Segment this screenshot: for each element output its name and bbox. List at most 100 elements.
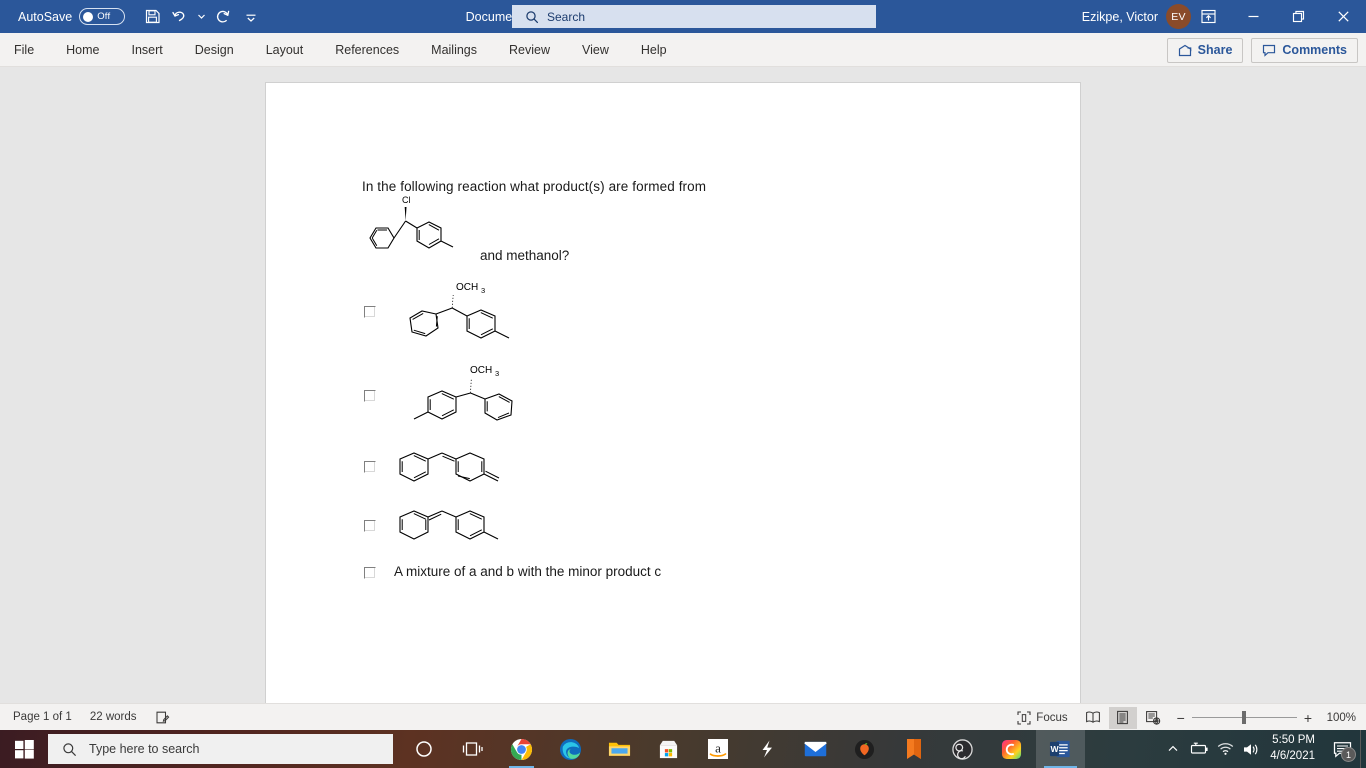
autosave-knob (83, 11, 94, 22)
option-c-structure (399, 452, 500, 482)
cortana-icon[interactable] (399, 730, 448, 768)
autosave-state: Off (97, 11, 111, 22)
search-input[interactable]: Search (512, 5, 876, 28)
zoom-in-icon[interactable]: + (1304, 711, 1312, 725)
ribbon-actions: Share Comments (1166, 33, 1358, 67)
battery-charging-icon[interactable] (1186, 730, 1212, 768)
zoom-out-icon[interactable]: − (1177, 711, 1185, 725)
tab-file[interactable]: File (0, 33, 50, 67)
zoom-slider[interactable]: − + (1177, 711, 1312, 725)
close-icon[interactable] (1321, 0, 1366, 33)
zoom-handle[interactable] (1241, 710, 1246, 724)
print-layout-icon[interactable] (1108, 706, 1137, 729)
volume-icon[interactable] (1238, 730, 1264, 768)
comment-icon (1263, 44, 1276, 57)
tab-design[interactable]: Design (179, 33, 250, 67)
adobe-creative-cloud-icon[interactable] (987, 730, 1036, 768)
status-right: Focus − + 100% (1008, 704, 1360, 731)
microsoft-edge-icon[interactable] (546, 730, 595, 768)
comments-label: Comments (1282, 43, 1347, 57)
windows-taskbar: Type here to search a W 5:50 PM 4/6/2021… (0, 730, 1366, 768)
ribbon-tab-bar: File Home Insert Design Layout Reference… (0, 33, 1366, 67)
taskbar-app-icons: a W (399, 730, 1085, 768)
microsoft-word-icon[interactable]: W (1036, 730, 1085, 768)
taskbar-search-placeholder: Type here to search (89, 742, 200, 756)
svg-text:3: 3 (481, 286, 485, 295)
task-view-icon[interactable] (448, 730, 497, 768)
account-area[interactable]: Ezikpe, Victor EV (1082, 0, 1191, 33)
status-bar: Page 1 of 1 22 words Focus − + 100% (0, 703, 1366, 730)
option-c-checkbox[interactable] (364, 461, 376, 473)
action-center-icon[interactable]: 1 (1324, 730, 1360, 768)
tab-mailings[interactable]: Mailings (415, 33, 493, 67)
word-count[interactable]: 22 words (81, 704, 146, 731)
lightning-app-icon[interactable] (742, 730, 791, 768)
show-hidden-icons-chevron[interactable] (1160, 730, 1186, 768)
search-placeholder: Search (547, 9, 586, 24)
save-icon[interactable] (139, 5, 165, 29)
option-a-checkbox[interactable] (364, 306, 376, 318)
option-d-checkbox[interactable] (364, 520, 376, 532)
proofing-errors-icon[interactable] (146, 704, 179, 731)
redo-icon[interactable] (210, 5, 236, 29)
comments-button[interactable]: Comments (1251, 37, 1358, 63)
option-e-label: A mixture of a and b with the minor prod… (394, 564, 662, 579)
taskbar-clock[interactable]: 5:50 PM 4/6/2021 (1264, 730, 1324, 768)
taskbar-search-input[interactable]: Type here to search (48, 734, 393, 764)
focus-button[interactable]: Focus (1008, 704, 1076, 731)
read-mode-icon[interactable] (1079, 707, 1107, 729)
web-layout-icon[interactable] (1139, 707, 1167, 729)
zoom-track[interactable] (1191, 710, 1297, 724)
ribbon-display-options-icon[interactable] (1186, 0, 1231, 33)
reactant-caption: and methanol? (480, 248, 570, 263)
obs-studio-icon[interactable] (938, 730, 987, 768)
tab-home[interactable]: Home (50, 33, 115, 67)
svg-text:3: 3 (495, 369, 499, 378)
document-page[interactable]: In the following reaction what product(s… (266, 83, 1080, 703)
minimize-icon[interactable] (1231, 0, 1276, 33)
fl-studio-icon[interactable] (840, 730, 889, 768)
search-icon (526, 10, 539, 23)
undo-icon[interactable] (167, 5, 193, 29)
tab-view[interactable]: View (566, 33, 625, 67)
search-icon (63, 742, 76, 756)
microsoft-store-icon[interactable] (644, 730, 693, 768)
option-a-structure: OCH 3 (409, 282, 510, 339)
windows-start-icon[interactable] (0, 730, 48, 768)
autosave-switch[interactable]: Off (79, 8, 126, 25)
svg-text:OCH: OCH (470, 365, 492, 376)
tab-layout[interactable]: Layout (250, 33, 320, 67)
show-desktop-button[interactable] (1360, 730, 1366, 768)
svg-text:a: a (715, 741, 721, 756)
status-left: Page 1 of 1 22 words (4, 704, 179, 731)
share-button[interactable]: Share (1166, 37, 1244, 63)
google-chrome-icon[interactable] (497, 730, 546, 768)
file-explorer-icon[interactable] (595, 730, 644, 768)
mail-icon[interactable] (791, 730, 840, 768)
page-info[interactable]: Page 1 of 1 (4, 704, 81, 731)
option-b-structure: OCH 3 (413, 365, 513, 421)
zoom-level[interactable]: 100% (1322, 712, 1356, 724)
restore-icon[interactable] (1276, 0, 1321, 33)
tab-help[interactable]: Help (625, 33, 683, 67)
amazon-icon[interactable]: a (693, 730, 742, 768)
autosave-label: AutoSave (18, 9, 73, 24)
reactant-structure: Cl (369, 195, 454, 249)
sticky-notes-icon[interactable] (889, 730, 938, 768)
tab-insert[interactable]: Insert (116, 33, 179, 67)
svg-text:OCH: OCH (456, 282, 478, 293)
customize-quick-access-icon[interactable] (238, 5, 264, 29)
quick-access-toolbar (139, 5, 264, 29)
option-e-checkbox[interactable] (364, 567, 376, 579)
title-bar: AutoSave Off Document1 - Word Search Ezi… (0, 0, 1366, 33)
document-workspace: In the following reaction what product(s… (0, 67, 1366, 703)
window-controls (1186, 0, 1366, 33)
autosave-toggle[interactable]: AutoSave Off (18, 8, 126, 25)
focus-label: Focus (1036, 711, 1068, 724)
clock-date: 4/6/2021 (1270, 750, 1315, 762)
wifi-icon[interactable] (1212, 730, 1238, 768)
option-b-checkbox[interactable] (364, 390, 376, 402)
undo-dropdown-icon[interactable] (195, 5, 208, 29)
tab-references[interactable]: References (319, 33, 415, 67)
tab-review[interactable]: Review (493, 33, 566, 67)
